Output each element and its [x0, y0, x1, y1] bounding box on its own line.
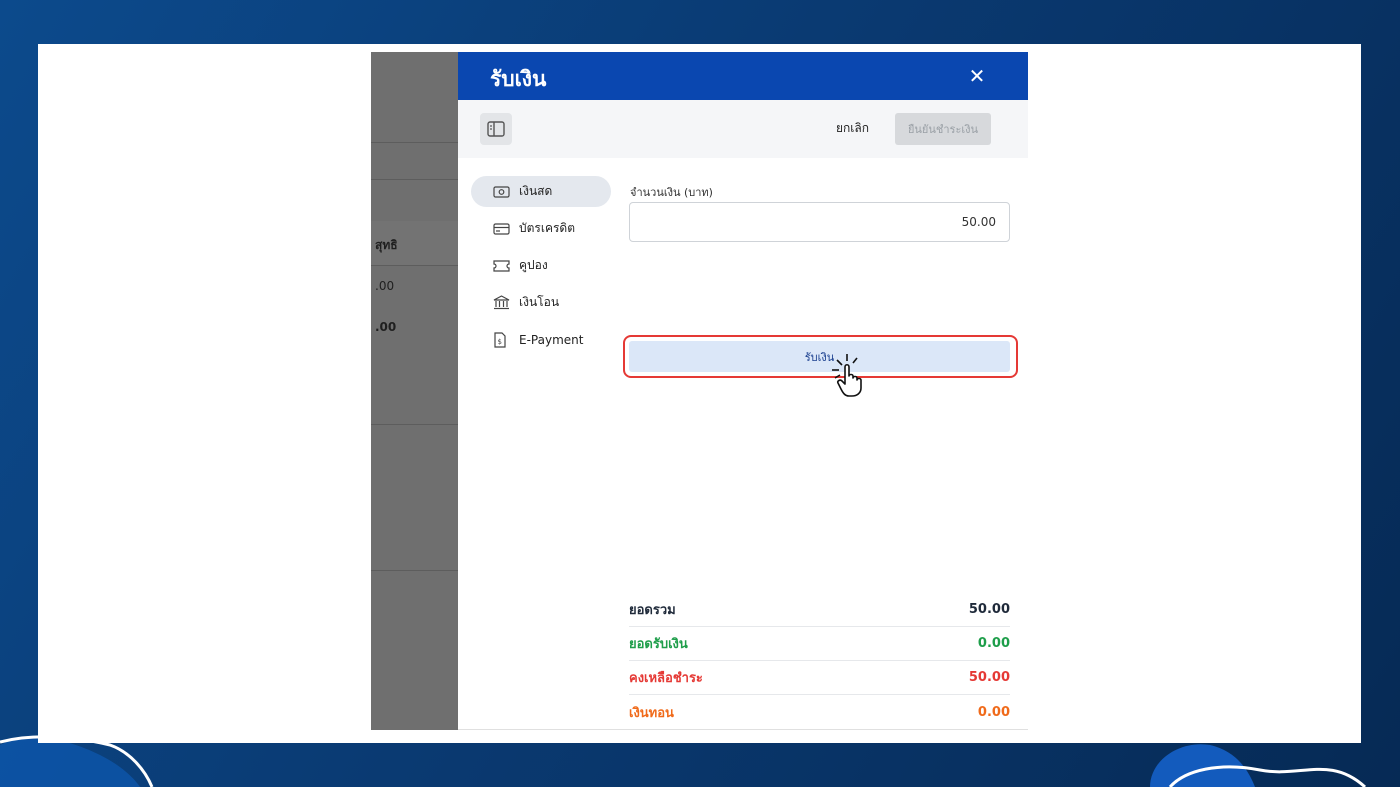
cash-icon	[493, 184, 510, 199]
background-app-dimmed: สุทธิ .00 .00	[371, 52, 458, 730]
payment-method-cash[interactable]: เงินสด	[471, 176, 611, 207]
receive-money-button[interactable]: รับเงิน	[629, 341, 1010, 372]
drawer-toolbar: ยกเลิก ยืนยันชำระเงิน	[458, 100, 1028, 158]
divider	[371, 265, 458, 266]
summary-row-change: เงินทอน 0.00	[629, 695, 1010, 729]
summary-value: 0.00	[977, 636, 1010, 651]
method-label: E-Payment	[519, 332, 584, 347]
divider	[371, 142, 458, 143]
bank-icon	[493, 295, 510, 310]
coupon-icon	[493, 258, 510, 273]
amount-input[interactable]	[629, 202, 1010, 242]
payment-summary: ยอดรวม 50.00 ยอดรับเงิน 0.00 คงเหลือชำระ…	[629, 593, 1010, 729]
confirm-payment-button[interactable]: ยืนยันชำระเงิน	[895, 113, 991, 145]
summary-label: เงินทอน	[629, 705, 674, 721]
summary-value: 0.00	[977, 704, 1010, 720]
summary-label: ยอดรวม	[629, 603, 676, 618]
payment-method-coupon[interactable]: คูปอง	[471, 250, 611, 281]
panel-toggle-button[interactable]	[480, 113, 512, 145]
summary-label: ยอดรับเงิน	[629, 637, 688, 652]
bg-value-1: .00	[375, 279, 395, 293]
payment-method-list: เงินสด บัตรเครดิต คูปอง เงินโอน $ E-Paym…	[471, 176, 611, 361]
sidebar-panel-icon	[487, 121, 505, 137]
svg-text:$: $	[498, 338, 502, 346]
method-label: บัตรเครดิต	[519, 221, 576, 235]
summary-row-remaining: คงเหลือชำระ 50.00	[629, 661, 1010, 695]
method-label: เงินสด	[519, 184, 553, 198]
drawer-title: รับเงิน	[490, 67, 547, 91]
e-payment-icon: $	[493, 331, 510, 348]
amount-label: จำนวนเงิน (บาท)	[630, 186, 713, 199]
payment-method-bank-transfer[interactable]: เงินโอน	[471, 287, 611, 318]
summary-value: 50.00	[968, 602, 1010, 617]
hand-pointer-click-icon	[832, 354, 862, 397]
payment-method-credit-card[interactable]: บัตรเครดิต	[471, 213, 611, 244]
bg-value-2: .00	[375, 320, 397, 334]
divider	[371, 179, 458, 180]
payment-method-e-payment[interactable]: $ E-Payment	[471, 324, 611, 355]
summary-row-received: ยอดรับเงิน 0.00	[629, 627, 1010, 661]
divider	[371, 424, 458, 425]
divider	[458, 729, 1028, 730]
summary-row-total: ยอดรวม 50.00	[629, 593, 1010, 627]
divider	[371, 570, 458, 571]
bg-col-header: สุทธิ	[375, 238, 398, 252]
close-icon[interactable]: ✕	[966, 65, 988, 87]
cancel-button[interactable]: ยกเลิก	[836, 119, 869, 138]
method-label: คูปอง	[519, 258, 548, 272]
summary-value: 50.00	[968, 670, 1010, 685]
receive-payment-drawer: รับเงิน ✕ ยกเลิก ยืนยันชำระเงิน เงินสด บ…	[458, 52, 1028, 730]
credit-card-icon	[493, 221, 510, 236]
method-label: เงินโอน	[519, 295, 560, 309]
drawer-header: รับเงิน ✕	[458, 52, 1028, 100]
app-window: สุทธิ .00 .00 รับเงิน ✕ ยกเลิก ยืนยันชำร…	[371, 52, 1028, 730]
summary-label: คงเหลือชำระ	[629, 671, 703, 686]
